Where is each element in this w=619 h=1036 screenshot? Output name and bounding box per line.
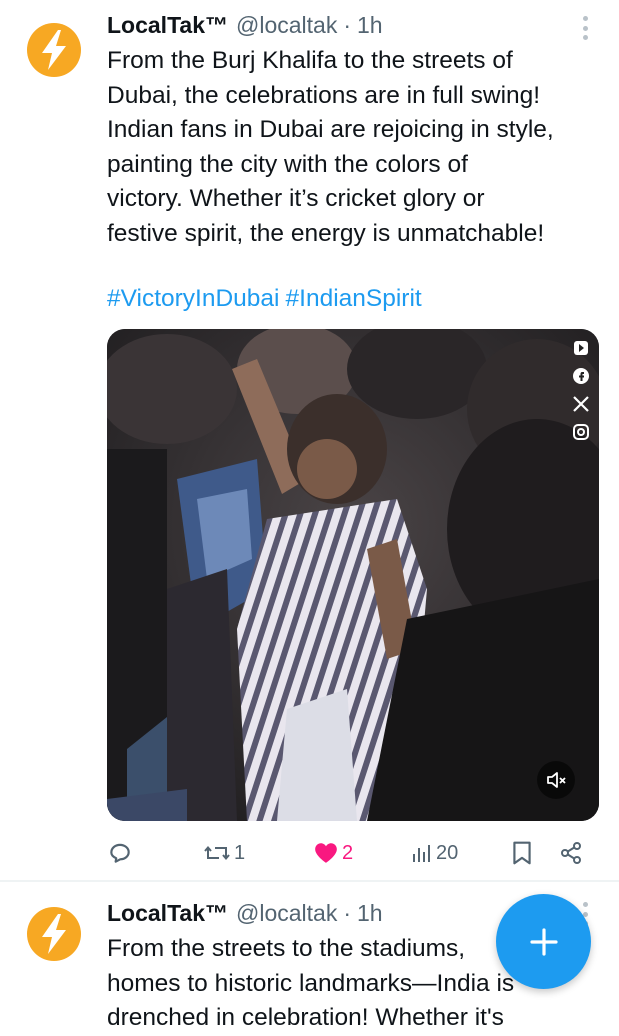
- tweet-header: LocalTak™ @localtak · 1h: [107, 8, 383, 42]
- video-frame: [107, 329, 599, 821]
- facebook-icon: [570, 365, 592, 387]
- tweet[interactable]: LocalTak™ @localtak · 1h From the Burj K…: [0, 0, 619, 880]
- video-overlay-icons: [569, 337, 593, 443]
- author-handle[interactable]: @localtak: [236, 12, 337, 39]
- separator-dot: ·: [343, 899, 352, 926]
- separator-dot: ·: [343, 11, 352, 38]
- play-badge-icon: [570, 337, 592, 359]
- views-button[interactable]: 20: [411, 836, 458, 870]
- tweet-actions: 1 2 20: [107, 836, 587, 870]
- author-handle[interactable]: @localtak: [236, 900, 337, 927]
- share-button[interactable]: [559, 836, 583, 870]
- share-icon: [561, 842, 581, 864]
- compose-button[interactable]: [496, 894, 591, 989]
- bookmark-button[interactable]: [511, 836, 533, 870]
- views-count: 20: [436, 841, 459, 864]
- video-player[interactable]: [107, 329, 599, 821]
- like-count: 2: [342, 841, 354, 864]
- speaker-muted-icon: [547, 772, 566, 788]
- hashtag-list: #VictoryInDubai #IndianSpirit: [107, 285, 428, 313]
- retweet-icon: [204, 845, 230, 861]
- reply-button[interactable]: [107, 836, 136, 870]
- bolt-logo-icon: [27, 907, 81, 961]
- avatar[interactable]: [24, 904, 84, 964]
- plus-icon: [529, 927, 558, 956]
- avatar[interactable]: [24, 20, 84, 80]
- more-options-icon[interactable]: [583, 16, 589, 40]
- retweet-button[interactable]: 1: [203, 836, 245, 870]
- hashtag-link[interactable]: #VictoryInDubai: [107, 285, 280, 312]
- instagram-icon: [570, 421, 592, 443]
- mute-button[interactable]: [537, 761, 575, 799]
- author-name[interactable]: LocalTak™: [107, 12, 228, 39]
- heart-filled-icon: [315, 843, 337, 863]
- tweet-header: LocalTak™ @localtak · 1h: [107, 896, 383, 930]
- author-name[interactable]: LocalTak™: [107, 900, 228, 927]
- analytics-icon: [413, 845, 430, 862]
- like-button[interactable]: 2: [313, 836, 353, 870]
- timestamp[interactable]: 1h: [357, 900, 383, 927]
- hashtag-link[interactable]: #IndianSpirit: [286, 285, 422, 312]
- reply-icon: [110, 843, 130, 863]
- retweet-count: 1: [234, 841, 246, 864]
- bolt-logo-icon: [27, 23, 81, 77]
- timestamp[interactable]: 1h: [357, 12, 383, 39]
- bookmark-icon: [513, 841, 531, 865]
- tweet-text: From the Burj Khalifa to the streets of …: [107, 47, 554, 247]
- x-logo-icon: [570, 393, 592, 415]
